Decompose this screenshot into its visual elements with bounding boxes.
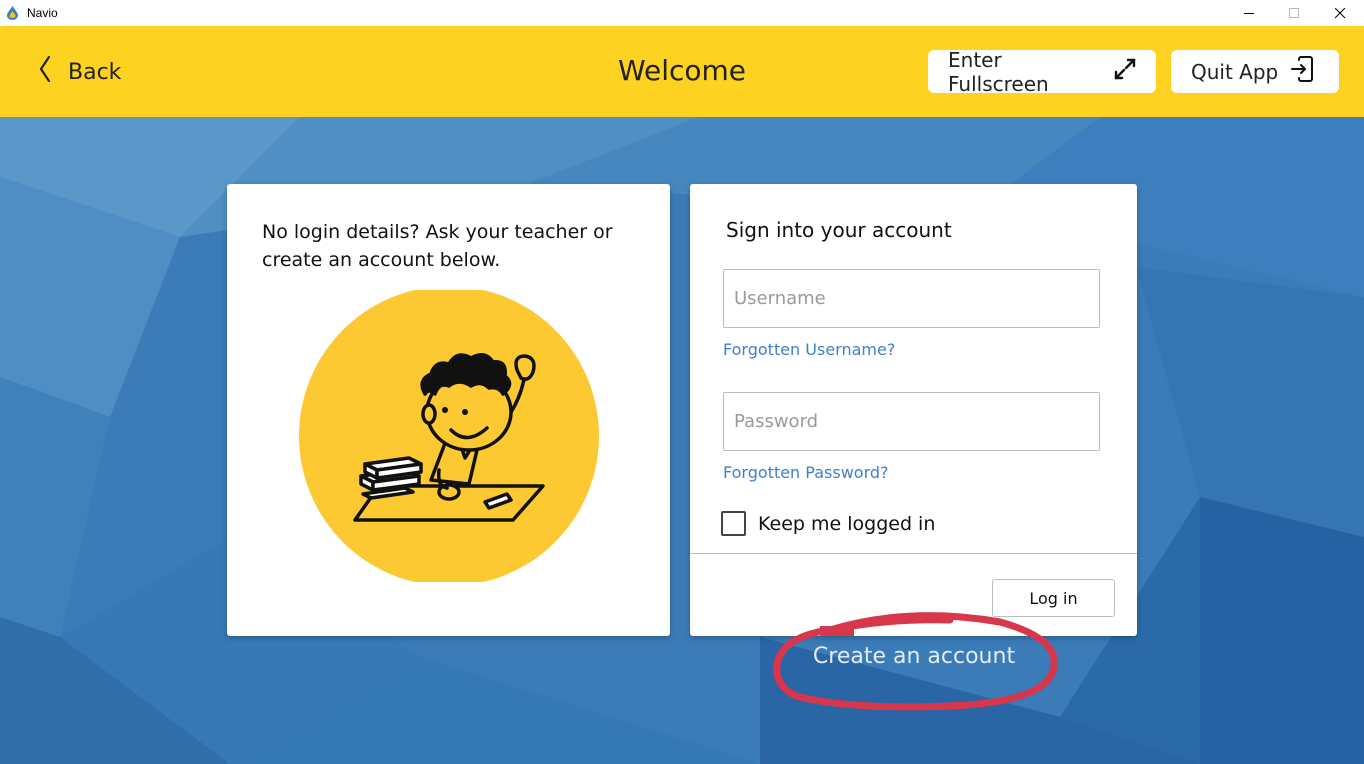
back-button[interactable]: Back <box>38 52 121 92</box>
forgotten-username-link[interactable]: Forgotten Username? <box>723 340 895 359</box>
info-card: No login details? Ask your teacher or cr… <box>227 184 670 636</box>
back-label: Back <box>68 59 122 85</box>
expand-arrows-icon <box>1114 58 1136 85</box>
log-in-button[interactable]: Log in <box>992 579 1115 617</box>
info-message: No login details? Ask your teacher or cr… <box>262 221 613 271</box>
username-input[interactable] <box>723 269 1100 328</box>
enter-fullscreen-button[interactable]: Enter Fullscreen <box>928 47 1156 96</box>
maximize-icon <box>1288 4 1300 23</box>
page-title: Welcome <box>617 54 747 87</box>
minimize-icon <box>1243 4 1255 23</box>
signin-title: Sign into your account <box>726 218 952 242</box>
chevron-left-icon <box>38 55 52 89</box>
background-pattern <box>0 117 1364 764</box>
keep-logged-in-toggle[interactable]: Keep me logged in <box>721 511 935 536</box>
quit-app-button[interactable]: Quit App <box>1171 50 1339 93</box>
minimize-button[interactable] <box>1226 0 1272 26</box>
fullscreen-label: Enter Fullscreen <box>948 47 1049 96</box>
close-button[interactable] <box>1317 0 1363 26</box>
maximize-button[interactable] <box>1271 0 1317 26</box>
keep-logged-in-label: Keep me logged in <box>758 512 936 535</box>
password-input[interactable] <box>723 392 1100 451</box>
forgotten-password-link[interactable]: Forgotten Password? <box>723 463 889 482</box>
student-raising-hand-illustration <box>299 290 599 582</box>
quit-label: Quit App <box>1191 59 1279 84</box>
create-account-link[interactable]: Create an account <box>760 644 1068 669</box>
exit-door-icon <box>1290 56 1314 87</box>
signin-card: Sign into your account Forgotten Usernam… <box>690 184 1137 636</box>
app-header: Back Welcome Enter Fullscreen Quit App <box>0 26 1364 117</box>
window-title: Navio <box>27 6 58 20</box>
window-titlebar: Navio <box>0 0 1364 26</box>
close-icon <box>1334 4 1346 23</box>
navio-drop-icon <box>7 6 19 20</box>
card-divider <box>690 553 1137 554</box>
keep-logged-in-checkbox[interactable] <box>721 511 746 536</box>
